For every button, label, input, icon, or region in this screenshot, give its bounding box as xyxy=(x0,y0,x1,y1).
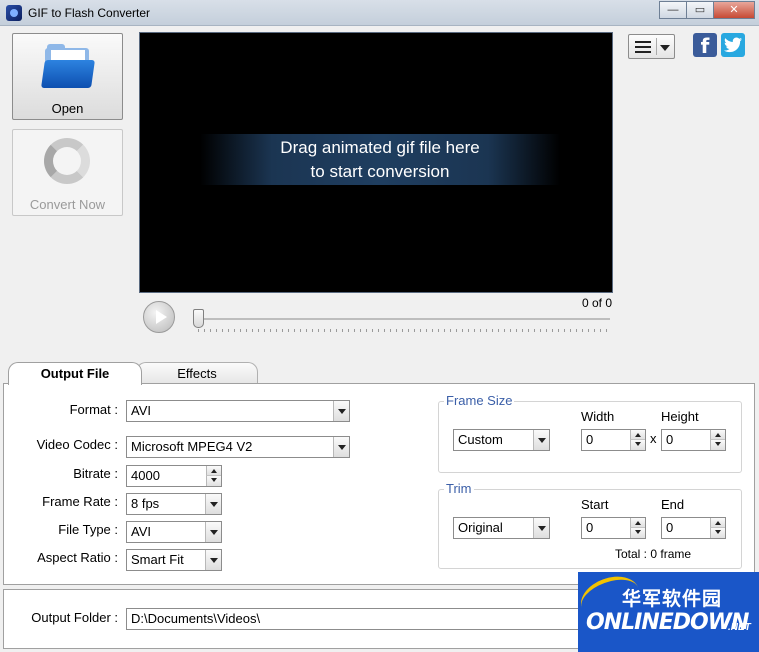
folder-icon xyxy=(41,44,95,88)
spin-down-icon[interactable] xyxy=(710,440,725,450)
aspect-ratio-value: Smart Fit xyxy=(131,552,184,567)
end-label: End xyxy=(661,497,685,512)
app-icon xyxy=(6,5,22,21)
frame-rate-select[interactable]: 8 fps xyxy=(126,493,222,515)
open-button[interactable]: Open xyxy=(12,33,123,120)
seek-ticks xyxy=(198,329,610,332)
frame-size-select[interactable]: Custom xyxy=(453,429,550,451)
twitter-icon[interactable] xyxy=(721,33,745,57)
chevron-down-icon[interactable] xyxy=(533,518,549,538)
width-value: 0 xyxy=(586,432,594,447)
start-stepper[interactable]: 0 xyxy=(581,517,646,539)
end-value: 0 xyxy=(666,520,674,535)
watermark-cn: 华军软件园 xyxy=(622,588,723,610)
height-stepper[interactable]: 0 xyxy=(661,429,726,451)
onlinedown-watermark: 华军软件园 ONLINEDOWN .NET xyxy=(578,572,759,652)
file-type-select[interactable]: AVI xyxy=(126,521,222,543)
tab-effects[interactable]: Effects xyxy=(136,362,258,384)
chevron-down-icon[interactable] xyxy=(333,437,349,457)
format-select[interactable]: AVI xyxy=(126,400,350,422)
bitrate-stepper[interactable]: 4000 xyxy=(126,465,222,487)
refresh-icon xyxy=(44,138,90,184)
spin-up-icon[interactable] xyxy=(710,430,725,440)
spin-up-icon[interactable] xyxy=(206,466,221,476)
facebook-icon[interactable]: f xyxy=(693,33,717,58)
frame-counter: 0 of 0 xyxy=(581,296,612,310)
convert-now-button[interactable]: Convert Now xyxy=(12,129,123,216)
close-button[interactable]: ✕ xyxy=(713,1,755,19)
aspect-ratio-label: Aspect Ratio : xyxy=(37,550,118,565)
frame-size-title: Frame Size xyxy=(444,393,515,408)
window-title: GIF to Flash Converter xyxy=(28,6,151,20)
frame-rate-label: Frame Rate : xyxy=(42,494,118,509)
file-type-value: AVI xyxy=(131,524,151,539)
list-icon xyxy=(635,41,651,53)
maximize-button[interactable]: ▭ xyxy=(686,1,714,19)
output-folder-input[interactable]: D:\Documents\Videos\ xyxy=(126,608,596,630)
bitrate-value: 4000 xyxy=(131,468,160,483)
video-codec-value: Microsoft MPEG4 V2 xyxy=(131,439,253,454)
output-folder-label: Output Folder : xyxy=(31,610,118,625)
title-bar: GIF to Flash Converter — ▭ ✕ xyxy=(0,0,759,26)
open-button-label: Open xyxy=(51,101,84,116)
format-label: Format : xyxy=(69,402,118,417)
file-type-label: File Type : xyxy=(58,522,118,537)
seek-track[interactable] xyxy=(198,318,610,320)
convert-now-label: Convert Now xyxy=(29,197,106,212)
play-button[interactable] xyxy=(143,301,175,333)
spin-down-icon[interactable] xyxy=(206,476,221,486)
start-label: Start xyxy=(581,497,609,512)
minimize-button[interactable]: — xyxy=(659,1,687,19)
times-sign: x xyxy=(650,431,657,446)
chevron-down-icon xyxy=(660,45,670,51)
format-value: AVI xyxy=(131,403,151,418)
trim-select[interactable]: Original xyxy=(453,517,550,539)
video-codec-select[interactable]: Microsoft MPEG4 V2 xyxy=(126,436,350,458)
trim-value: Original xyxy=(458,520,503,535)
chevron-down-icon[interactable] xyxy=(333,401,349,421)
chevron-down-icon[interactable] xyxy=(205,550,221,570)
frame-size-value: Custom xyxy=(458,432,503,447)
trim-title: Trim xyxy=(444,481,474,496)
spin-up-icon[interactable] xyxy=(630,430,645,440)
drag-hint-line2: to start conversion xyxy=(310,162,450,181)
seek-slider-handle[interactable] xyxy=(193,309,204,328)
chevron-down-icon[interactable] xyxy=(533,430,549,450)
height-value: 0 xyxy=(666,432,674,447)
height-label: Height xyxy=(661,409,699,424)
video-codec-label: Video Codec : xyxy=(36,437,118,452)
width-stepper[interactable]: 0 xyxy=(581,429,646,451)
tab-output-file[interactable]: Output File xyxy=(8,362,142,385)
output-file-panel: Format : AVI Video Codec : Microsoft MPE… xyxy=(3,383,755,585)
spin-up-icon[interactable] xyxy=(630,518,645,528)
spin-down-icon[interactable] xyxy=(630,440,645,450)
chevron-down-icon[interactable] xyxy=(205,522,221,542)
chevron-down-icon[interactable] xyxy=(205,494,221,514)
preview-drop-area[interactable]: Drag animated gif file here to start con… xyxy=(139,32,613,293)
frame-rate-value: 8 fps xyxy=(131,496,160,511)
bitrate-label: Bitrate : xyxy=(73,466,118,481)
width-label: Width xyxy=(581,409,615,424)
spin-down-icon[interactable] xyxy=(630,528,645,538)
end-stepper[interactable]: 0 xyxy=(661,517,726,539)
aspect-ratio-select[interactable]: Smart Fit xyxy=(126,549,222,571)
start-value: 0 xyxy=(586,520,594,535)
drag-hint: Drag animated gif file here to start con… xyxy=(200,134,560,185)
spin-up-icon[interactable] xyxy=(710,518,725,528)
watermark-net: .NET xyxy=(728,622,751,633)
drag-hint-line1: Drag animated gif file here xyxy=(280,138,480,157)
watermark-en: ONLINEDOWN xyxy=(586,610,749,635)
menu-dropdown-button[interactable] xyxy=(628,34,675,59)
window-controls: — ▭ ✕ xyxy=(659,1,755,19)
spin-down-icon[interactable] xyxy=(710,528,725,538)
trim-total: Total : 0 frame xyxy=(615,547,692,561)
